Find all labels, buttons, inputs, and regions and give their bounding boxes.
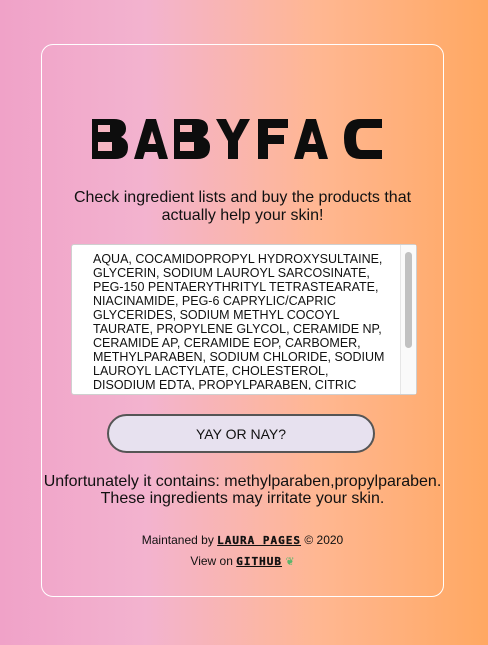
maintained-prefix: Maintaned by [141,533,214,547]
textarea-scrollbar[interactable] [400,245,416,394]
yay-or-nay-button[interactable]: YAY OR NAY? [107,414,375,453]
babyface-logo [42,115,443,161]
logo-graphic [91,119,382,159]
scrollbar-thumb[interactable] [405,252,412,348]
view-prefix: View on [190,554,233,568]
result-line-2: These ingredients may irritate your skin… [100,490,385,507]
result-message: Unfortunately it contains: methylparaben… [42,473,443,507]
sprout-icon: ❦ [285,556,295,568]
github-link[interactable]: GITHUB [236,555,282,568]
ingredients-textarea[interactable]: AQUA, COCAMIDOPROPYL HYDROXYSULTAINE, GL… [71,244,417,395]
main-card: Check ingredient lists and buy the produ… [41,44,444,597]
copyright-year: © 2020 [304,533,344,547]
author-link[interactable]: LAURA PAGES [217,534,301,547]
view-on-line: View on GITHUB ❦ [42,551,443,573]
footer: Maintaned by LAURA PAGES © 2020 View on … [42,530,443,573]
maintained-line: Maintaned by LAURA PAGES © 2020 [42,530,443,551]
tagline: Check ingredient lists and buy the produ… [73,189,412,224]
result-line-1: Unfortunately it contains: methylparaben… [43,473,442,490]
ingredients-text[interactable]: AQUA, COCAMIDOPROPYL HYDROXYSULTAINE, GL… [93,252,393,390]
